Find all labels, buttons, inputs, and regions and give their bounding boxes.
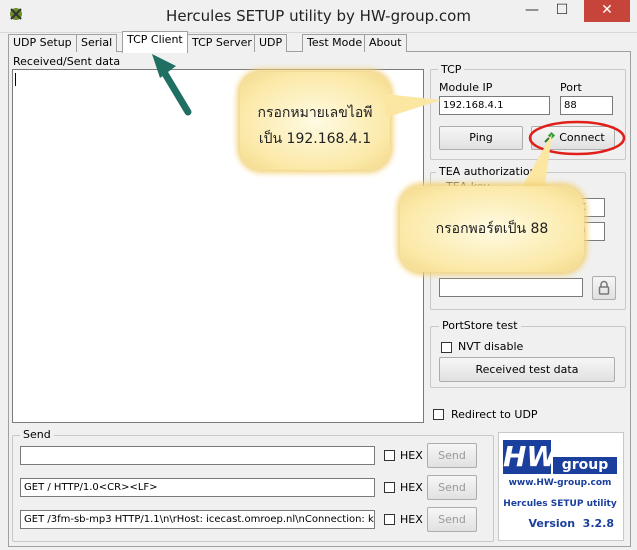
- tcp-group-title: TCP: [438, 63, 465, 76]
- hex-checkbox-2[interactable]: [384, 482, 395, 493]
- logo-version: Version 3.2.8: [528, 517, 614, 530]
- send-input-2[interactable]: GET / HTTP/1.0<CR><LF>: [20, 478, 375, 497]
- module-ip-label: Module IP: [439, 81, 493, 94]
- lock-icon: [597, 280, 611, 296]
- tab-serial[interactable]: Serial: [76, 34, 118, 52]
- received-label: Received/Sent data: [13, 55, 121, 68]
- close-button[interactable]: ✕: [584, 0, 630, 22]
- hw-logo-mark: HW group: [503, 440, 619, 476]
- send-button-2[interactable]: Send: [427, 475, 477, 500]
- redirect-udp-label: Redirect to UDP: [451, 408, 538, 421]
- tab-udp[interactable]: UDP: [254, 34, 288, 52]
- tab-test-mode[interactable]: Test Mode: [302, 34, 368, 52]
- hex-label-3: HEX: [400, 513, 423, 526]
- module-ip-input[interactable]: 192.168.4.1: [439, 96, 550, 115]
- port-callout: กรอกพอร์ตเป็น 88: [400, 186, 584, 272]
- port-label: Port: [560, 81, 582, 94]
- tab-about[interactable]: About: [364, 34, 407, 52]
- ip-callout-line2: เป็น 192.168.4.1: [258, 131, 372, 147]
- port-input[interactable]: 88: [560, 96, 613, 115]
- hw-logo-group: group: [553, 457, 617, 474]
- ip-callout-line1: กรอกหมายเลขไอพี: [257, 105, 373, 121]
- hex-checkbox-3[interactable]: [384, 514, 395, 525]
- tea-auth-input[interactable]: [439, 278, 583, 297]
- send-input-3[interactable]: GET /3fm-sb-mp3 HTTP/1.1\n\rHost: icecas…: [20, 510, 375, 529]
- portstore-group-title: PortStore test: [439, 319, 521, 332]
- port-callout-text: กรอกพอร์ตเป็น 88: [435, 221, 549, 237]
- send-button-1[interactable]: Send: [427, 443, 477, 468]
- logo-product: Hercules SETUP utility: [503, 499, 617, 509]
- hex-checkbox-1[interactable]: [384, 450, 395, 461]
- tab-udp-setup[interactable]: UDP Setup: [8, 34, 77, 52]
- logo-url: www.HW-group.com: [508, 478, 612, 488]
- tab-tcp-client[interactable]: TCP Client: [122, 31, 188, 53]
- arrow-annotation: [152, 54, 192, 116]
- text-caret: [15, 73, 16, 86]
- send-button-3[interactable]: Send: [427, 507, 477, 532]
- send-input-1[interactable]: [20, 446, 375, 465]
- send-group-title: Send: [20, 428, 54, 441]
- hex-label-1: HEX: [400, 449, 423, 462]
- ip-callout-pointer: [385, 94, 441, 118]
- maximize-button[interactable]: ☐: [548, 0, 576, 22]
- received-test-data-button[interactable]: Received test data: [439, 357, 615, 382]
- redirect-udp-checkbox[interactable]: [433, 409, 444, 420]
- hw-logo-letters: HW: [503, 440, 558, 474]
- nvt-disable-label: NVT disable: [458, 340, 524, 353]
- hex-label-2: HEX: [400, 481, 423, 494]
- ip-callout: กรอกหมายเลขไอพี เป็น 192.168.4.1: [240, 72, 390, 170]
- nvt-disable-checkbox[interactable]: [441, 342, 452, 353]
- minimize-button[interactable]: —: [518, 0, 546, 22]
